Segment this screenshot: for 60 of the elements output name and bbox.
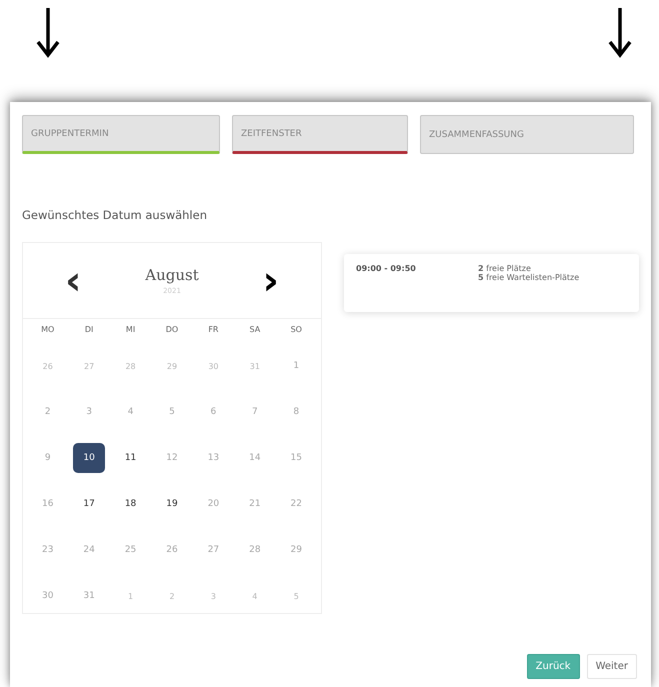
calendar-day: 1 [114,581,147,611]
calendar-day: 12 [156,443,188,473]
calendar-day: 8 [280,397,312,427]
weekday-label: MI [126,325,136,336]
calendar-day[interactable]: 10 [73,443,106,473]
calendar-day: 1 [280,351,312,381]
calendar-day: 3 [197,581,230,611]
calendar-day: 14 [238,443,271,473]
calendar-day: 2 [32,397,64,427]
calendar-day: 23 [32,535,64,565]
weekday-label: DO [166,325,178,336]
calendar-day: 27 [73,351,106,381]
calendar-day: 20 [197,489,230,519]
previous-month-button[interactable]: ‹ [61,260,86,300]
calendar-day: 13 [197,443,230,473]
weekday-label: MO [41,325,54,336]
down-arrow-icon [607,8,633,58]
calendar-day: 4 [238,581,271,611]
calendar-day: 28 [238,535,271,565]
calendar-day: 30 [32,581,64,611]
calendar-day: 16 [32,489,64,519]
next-button[interactable]: Weiter [586,654,637,679]
calendar-day[interactable]: 11 [114,443,147,473]
calendar-day: 25 [114,535,147,565]
calendar-day: 29 [280,535,312,565]
calendar-day: 5 [156,397,188,427]
weekday-label: FR [208,325,218,336]
calendar-day: 7 [238,397,271,427]
calendar-day[interactable]: 17 [73,489,106,519]
down-arrow-icon [35,8,61,58]
calendar-day: 5 [280,581,312,611]
calendar-day: 3 [73,397,106,427]
calendar-day: 26 [32,351,64,381]
calendar-day: 15 [280,443,312,473]
calendar-day: 26 [156,535,188,565]
calendar-day: 30 [197,351,230,381]
calendar-day: 21 [238,489,271,519]
calendar-day: 4 [114,397,147,427]
next-month-button[interactable]: › [258,260,283,300]
slot-time: 09:00 - 09:50 [356,264,417,275]
calendar-day[interactable]: 18 [114,489,147,519]
weekday-label: SA [250,325,260,336]
calendar-day: 9 [32,443,64,473]
month-label: August [145,266,199,284]
calendar-day: 24 [73,535,106,565]
weekday-label: DI [84,325,94,336]
calendar-day: 29 [156,351,188,381]
calendar-day: 22 [280,489,312,519]
calendar-day: 27 [197,535,230,565]
calendar-day: 28 [114,351,147,381]
calendar-day: 31 [238,351,271,381]
calendar-day: 2 [156,581,188,611]
calendar-day[interactable]: 19 [156,489,188,519]
calendar-day: 6 [197,397,230,427]
waitlist-seats-text: 5 freie Wartelisten-Plätze [478,273,580,282]
weekday-label: SO [290,325,302,336]
section-heading: Gewünschtes Datum auswählen [22,208,208,222]
time-slot-card[interactable]: 09:00 - 09:50 2 freie Plätze 5 freie Wartelisten-Plätze [344,254,639,312]
calendar-day: 31 [73,581,106,611]
free-seats-text: 2 freie Plätze [478,264,532,273]
